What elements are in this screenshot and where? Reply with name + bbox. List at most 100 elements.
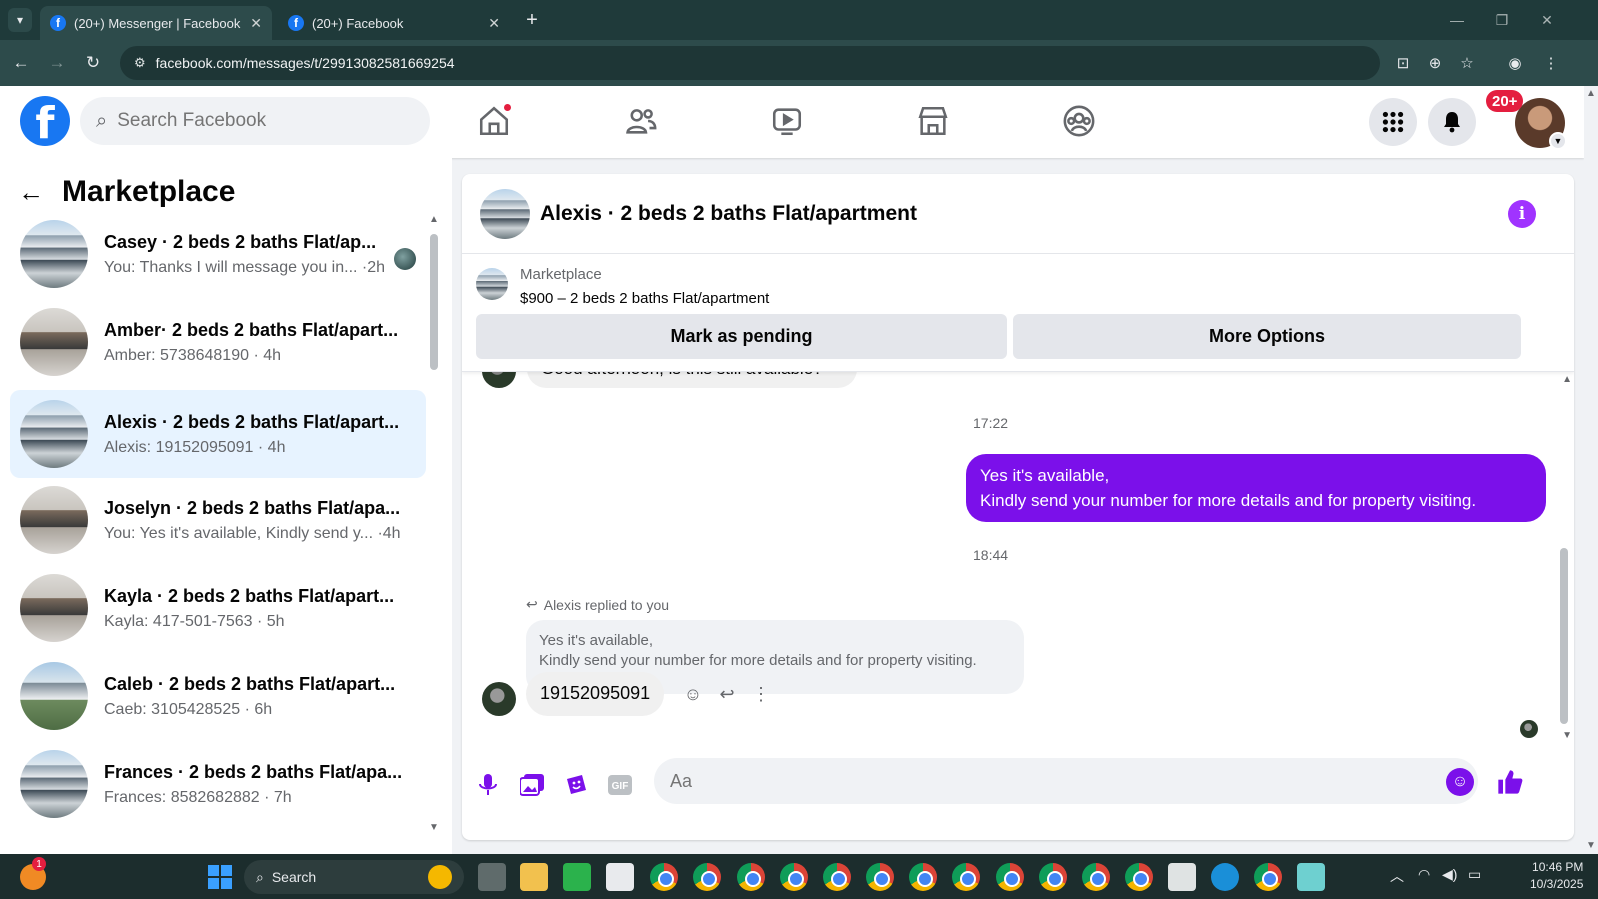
chrome-icon[interactable]	[866, 863, 894, 891]
scroll-up-arrow-icon[interactable]: ▲	[1586, 88, 1596, 99]
more-options-button[interactable]: More Options	[1013, 314, 1521, 359]
chat-title[interactable]: Alexis · 2 beds 2 baths Flat/apartment	[540, 202, 917, 226]
search-input[interactable]	[117, 110, 398, 132]
nav-marketplace-icon[interactable]	[910, 98, 956, 144]
page-scrollbar[interactable]: ▲ ▼	[1584, 86, 1598, 854]
edge-icon[interactable]	[1211, 863, 1239, 891]
message-bubble-incoming[interactable]: 19152095091	[526, 672, 665, 716]
info-icon[interactable]: i	[1508, 200, 1536, 228]
scroll-up-arrow-icon[interactable]: ▲	[429, 214, 439, 225]
menu-kebab-icon[interactable]: ⋮	[1538, 50, 1564, 76]
chrome-icon[interactable]	[1125, 863, 1153, 891]
store-icon[interactable]	[606, 863, 634, 891]
chrome-icon[interactable]	[1039, 863, 1067, 891]
reply-icon[interactable]: ↩	[710, 684, 744, 705]
chrome-icon[interactable]	[996, 863, 1024, 891]
scroll-up-arrow-icon[interactable]: ▲	[1562, 374, 1572, 385]
notifications-bell-icon[interactable]	[1428, 98, 1476, 146]
conversation-item[interactable]: Casey · 2 beds 2 baths Flat/ap... You: T…	[10, 214, 426, 294]
taskbar-search[interactable]: ⌕ Search	[244, 860, 464, 894]
more-actions-icon[interactable]: ⋮	[744, 684, 778, 705]
menu-grid-icon[interactable]	[1369, 98, 1417, 146]
facebook-search[interactable]: ⌕	[80, 97, 430, 145]
sender-avatar[interactable]	[482, 682, 516, 716]
listing-thumbnail[interactable]	[476, 268, 508, 300]
message-input[interactable]	[670, 770, 1430, 792]
battery-icon[interactable]: ▭	[1468, 866, 1481, 883]
nav-home-icon[interactable]	[471, 98, 517, 144]
close-tab-icon[interactable]: ✕	[488, 15, 500, 32]
scroll-down-arrow-icon[interactable]: ▼	[1562, 730, 1572, 741]
scroll-down-arrow-icon[interactable]: ▼	[429, 822, 439, 833]
listing-thumbnail	[20, 486, 88, 554]
chat-avatar[interactable]	[480, 188, 530, 239]
close-tab-icon[interactable]: ✕	[250, 15, 262, 32]
conversation-item[interactable]: Caleb · 2 beds 2 baths Flat/apart... Cae…	[10, 656, 426, 736]
new-tab-icon[interactable]: +	[520, 8, 544, 32]
chrome-icon[interactable]	[909, 863, 937, 891]
chrome-icon[interactable]	[1254, 863, 1282, 891]
conversation-item[interactable]: Kayla · 2 beds 2 baths Flat/apart... Kay…	[10, 568, 426, 648]
mark-as-pending-button[interactable]: Mark as pending	[476, 314, 1007, 359]
conversation-item[interactable]: Amber· 2 beds 2 baths Flat/apart... Ambe…	[10, 302, 426, 382]
reload-icon[interactable]: ↻	[80, 50, 106, 76]
listing-title[interactable]: $900 – 2 beds 2 baths Flat/apartment	[520, 290, 769, 307]
conversation-name: Joselyn · 2 beds 2 baths Flat/apa...	[104, 497, 401, 518]
sticker-icon[interactable]	[559, 768, 593, 802]
minimize-icon[interactable]: —	[1442, 8, 1472, 32]
scroll-down-arrow-icon[interactable]: ▼	[1586, 840, 1596, 851]
tab-facebook[interactable]: f (20+) Facebook ✕	[278, 6, 510, 40]
microphone-icon[interactable]	[471, 768, 505, 802]
wifi-icon[interactable]: ◠	[1418, 866, 1430, 883]
emoji-icon[interactable]: ☺	[1446, 768, 1474, 796]
message-bubble-outgoing[interactable]: Yes it's available, Kindly send your num…	[966, 454, 1546, 522]
chrome-icon[interactable]	[693, 863, 721, 891]
forward-icon[interactable]: →	[44, 50, 70, 76]
file-explorer-icon[interactable]	[520, 863, 548, 891]
react-emoji-icon[interactable]: ☺	[676, 684, 710, 705]
photo-icon[interactable]	[515, 768, 549, 802]
nav-groups-icon[interactable]	[1056, 98, 1102, 144]
chrome-icon[interactable]	[650, 863, 678, 891]
close-window-icon[interactable]: ✕	[1532, 8, 1562, 32]
volume-icon[interactable]: ◀)	[1442, 866, 1457, 883]
sidebar-scrollbar[interactable]	[430, 234, 438, 370]
clock-date: 10/3/2025	[1530, 877, 1584, 891]
conversation-item[interactable]: Frances · 2 beds 2 baths Flat/apa... Fra…	[10, 744, 426, 824]
account-avatar[interactable]: ▼	[1515, 98, 1567, 150]
chrome-icon[interactable]	[780, 863, 808, 891]
tab-search-dropdown-icon[interactable]: ▾	[8, 8, 32, 32]
gif-icon[interactable]: GIF	[603, 768, 637, 802]
chrome-icon[interactable]	[823, 863, 851, 891]
app-icon[interactable]	[563, 863, 591, 891]
site-info-icon[interactable]: ⚙	[134, 55, 146, 71]
install-app-icon[interactable]: ⊡	[1390, 50, 1416, 76]
back-icon[interactable]: ←	[8, 50, 34, 76]
message-input-box[interactable]	[654, 758, 1478, 804]
conversation-item-selected[interactable]: Alexis · 2 beds 2 baths Flat/apart... Al…	[10, 390, 426, 478]
conversation-preview: Frances: 8582682882 · 7h	[104, 788, 292, 806]
back-arrow-icon[interactable]: ←	[18, 177, 44, 208]
chevron-up-icon[interactable]: ︿	[1390, 866, 1404, 886]
bookmark-star-icon[interactable]: ☆	[1454, 50, 1480, 76]
message-bubble-incoming[interactable]: Good afternoon, is this still available?	[527, 372, 857, 388]
restore-icon[interactable]: ❐	[1487, 8, 1517, 32]
app-icon[interactable]	[1297, 863, 1325, 891]
profile-icon[interactable]: ◉	[1502, 50, 1528, 76]
chrome-icon[interactable]	[737, 863, 765, 891]
nav-video-icon[interactable]	[764, 98, 810, 144]
facebook-logo-icon[interactable]: f	[20, 96, 70, 146]
app-icon[interactable]	[1168, 863, 1196, 891]
chrome-icon[interactable]	[952, 863, 980, 891]
chat-scrollbar[interactable]	[1560, 548, 1568, 724]
conversation-item[interactable]: Joselyn · 2 beds 2 baths Flat/apa... You…	[10, 480, 426, 560]
windows-start-icon[interactable]	[208, 865, 232, 889]
nav-friends-icon[interactable]	[618, 98, 664, 144]
task-view-icon[interactable]	[478, 863, 506, 891]
system-clock[interactable]: 10:46 PM 10/3/2025	[1530, 859, 1583, 893]
like-thumb-icon[interactable]	[1492, 764, 1528, 800]
address-bar[interactable]: ⚙ facebook.com/messages/t/29913082581669…	[120, 46, 1380, 80]
tab-messenger[interactable]: f (20+) Messenger | Facebook ✕	[40, 6, 272, 40]
chrome-icon[interactable]	[1082, 863, 1110, 891]
zoom-icon[interactable]: ⊕	[1422, 50, 1448, 76]
